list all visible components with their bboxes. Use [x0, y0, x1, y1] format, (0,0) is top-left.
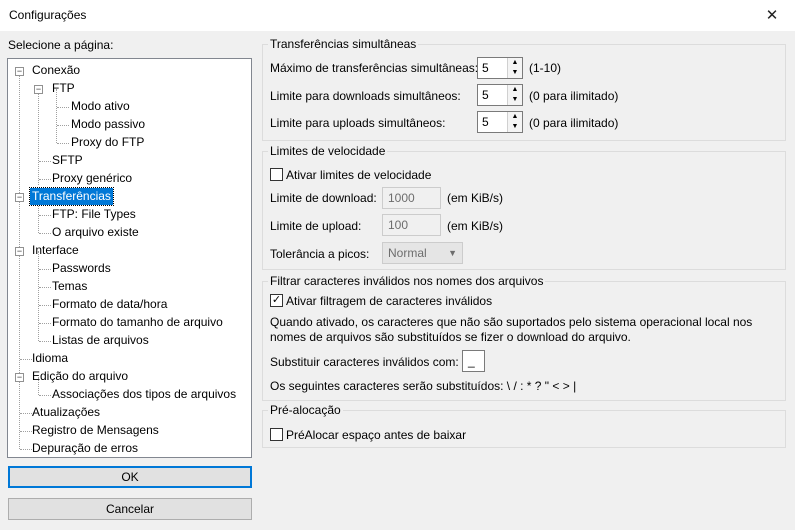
spin-down-icon[interactable]: ▼ — [507, 122, 522, 132]
tree-line — [20, 413, 32, 414]
downloads-limit-stepper[interactable]: 5 ▲ ▼ — [477, 84, 523, 106]
uploads-limit-value: 5 — [482, 115, 489, 129]
collapse-icon[interactable]: − — [34, 85, 43, 94]
filter-legend: Filtrar caracteres inválidos nos nomes d… — [268, 274, 546, 288]
tree-item-atualizacoes[interactable]: Atualizações — [32, 404, 100, 421]
filter-description-line2: nomes de arquivos são substituídos se fi… — [270, 330, 631, 344]
prealloc-checkbox[interactable] — [270, 428, 283, 441]
collapse-icon[interactable]: − — [15, 67, 24, 76]
simultaneous-legend: Transferências simultâneas — [268, 37, 419, 51]
replace-char-label: Substituir caracteres inválidos com: — [270, 355, 459, 369]
enable-speed-limit-label[interactable]: Ativar limites de velocidade — [286, 168, 431, 182]
tree-item-proxy-ftp[interactable]: Proxy do FTP — [71, 134, 144, 151]
page-tree[interactable]: − Conexão − FTP Modo ativo Modo passivo … — [7, 58, 252, 458]
tree-line — [39, 287, 51, 288]
tree-line — [39, 161, 51, 162]
ok-button[interactable]: OK — [8, 466, 252, 488]
tree-item-arquivo-existe[interactable]: O arquivo existe — [52, 224, 139, 241]
upload-limit-label: Limite de upload: — [270, 219, 362, 233]
tree-item-modo-passivo[interactable]: Modo passivo — [71, 116, 145, 133]
max-transfers-hint: (1-10) — [529, 61, 562, 75]
download-limit-unit: (em KiB/s) — [447, 191, 504, 205]
tree-item-modo-ativo[interactable]: Modo ativo — [71, 98, 130, 115]
tree-line — [57, 125, 69, 126]
tree-item-data-hora[interactable]: Formato de data/hora — [52, 296, 167, 313]
tree-item-proxy-generico[interactable]: Proxy genérico — [52, 170, 132, 187]
tree-item-ftp-file-types[interactable]: FTP: File Types — [52, 206, 136, 223]
tree-line — [39, 395, 51, 396]
enable-filter-label[interactable]: Ativar filtragem de caracteres inválidos — [286, 294, 492, 308]
tree-line — [20, 449, 32, 450]
tree-line — [19, 71, 20, 449]
tree-item-associacoes[interactable]: Associações dos tipos de arquivos — [52, 386, 236, 403]
spin-up-icon[interactable]: ▲ — [507, 58, 522, 68]
uploads-limit-stepper[interactable]: 5 ▲ ▼ — [477, 111, 523, 133]
tree-item-ftp[interactable]: FTP — [52, 80, 75, 97]
window-title: Configurações — [9, 8, 87, 22]
downloads-limit-label: Limite para downloads simultâneos: — [270, 89, 461, 103]
burst-tolerance-select[interactable]: Normal ▼ — [382, 242, 463, 264]
tree-line — [39, 179, 51, 180]
burst-tolerance-value: Normal — [388, 246, 427, 260]
speed-legend: Limites de velocidade — [268, 144, 388, 158]
collapse-icon[interactable]: − — [15, 247, 24, 256]
enable-filter-checkbox[interactable]: ✓ — [270, 294, 283, 307]
tree-line — [20, 359, 32, 360]
tree-line — [39, 305, 51, 306]
tree-line — [39, 215, 51, 216]
tree-line — [57, 107, 69, 108]
tree-line — [39, 323, 51, 324]
prealloc-label[interactable]: PréAlocar espaço antes de baixar — [286, 428, 466, 442]
tree-line — [20, 431, 32, 432]
upload-limit-input[interactable]: 100 — [382, 214, 441, 236]
tree-line — [56, 89, 57, 143]
enable-speed-limit-checkbox[interactable] — [270, 168, 283, 181]
replaced-chars-text: Os seguintes caracteres serão substituíd… — [270, 379, 577, 393]
max-transfers-value: 5 — [482, 61, 489, 75]
download-limit-label: Limite de download: — [270, 191, 377, 205]
prealloc-legend: Pré-alocação — [268, 403, 343, 417]
uploads-limit-hint: (0 para ilimitado) — [529, 116, 619, 130]
tree-line — [57, 143, 69, 144]
chevron-down-icon: ▼ — [448, 248, 457, 258]
tree-item-depuracao[interactable]: Depuração de erros — [32, 440, 138, 457]
tree-item-transferencias[interactable]: Transferências — [29, 187, 114, 206]
tree-item-interface[interactable]: Interface — [32, 242, 79, 259]
uploads-limit-label: Limite para uploads simultâneos: — [270, 116, 446, 130]
tree-line — [38, 251, 39, 341]
tree-item-idioma[interactable]: Idioma — [32, 350, 68, 367]
tree-item-tamanho-arquivo[interactable]: Formato do tamanho de arquivo — [52, 314, 223, 331]
spin-down-icon[interactable]: ▼ — [507, 95, 522, 105]
page-selector-heading: Selecione a página: — [8, 38, 114, 52]
download-limit-input[interactable]: 1000 — [382, 187, 441, 209]
tree-item-passwords[interactable]: Passwords — [52, 260, 111, 277]
spin-up-icon[interactable]: ▲ — [507, 85, 522, 95]
tree-item-temas[interactable]: Temas — [52, 278, 87, 295]
close-icon[interactable]: ✕ — [749, 0, 795, 31]
tree-item-conexao[interactable]: Conexão — [32, 62, 80, 79]
downloads-limit-hint: (0 para ilimitado) — [529, 89, 619, 103]
collapse-icon[interactable]: − — [15, 193, 24, 202]
tree-item-edicao-arquivo[interactable]: Edição do arquivo — [32, 368, 128, 385]
tree-item-sftp[interactable]: SFTP — [52, 152, 83, 169]
title-bar: Configurações ✕ — [0, 0, 795, 31]
tree-item-listas-arquivos[interactable]: Listas de arquivos — [52, 332, 149, 349]
burst-tolerance-label: Tolerância a picos: — [270, 247, 370, 261]
max-transfers-stepper[interactable]: 5 ▲ ▼ — [477, 57, 523, 79]
max-transfers-label: Máximo de transferências simultâneas: — [270, 61, 479, 75]
cancel-button[interactable]: Cancelar — [8, 498, 252, 520]
tree-line — [38, 89, 39, 185]
tree-line — [39, 233, 51, 234]
downloads-limit-value: 5 — [482, 88, 489, 102]
tree-line — [39, 341, 51, 342]
collapse-icon[interactable]: − — [15, 373, 24, 382]
filter-description-line1: Quando ativado, os caracteres que não sã… — [270, 315, 753, 329]
replace-char-input[interactable]: _ — [462, 350, 485, 372]
spin-down-icon[interactable]: ▼ — [507, 68, 522, 78]
spin-up-icon[interactable]: ▲ — [507, 112, 522, 122]
tree-item-registro[interactable]: Registro de Mensagens — [32, 422, 159, 439]
tree-line — [39, 269, 51, 270]
upload-limit-unit: (em KiB/s) — [447, 219, 504, 233]
